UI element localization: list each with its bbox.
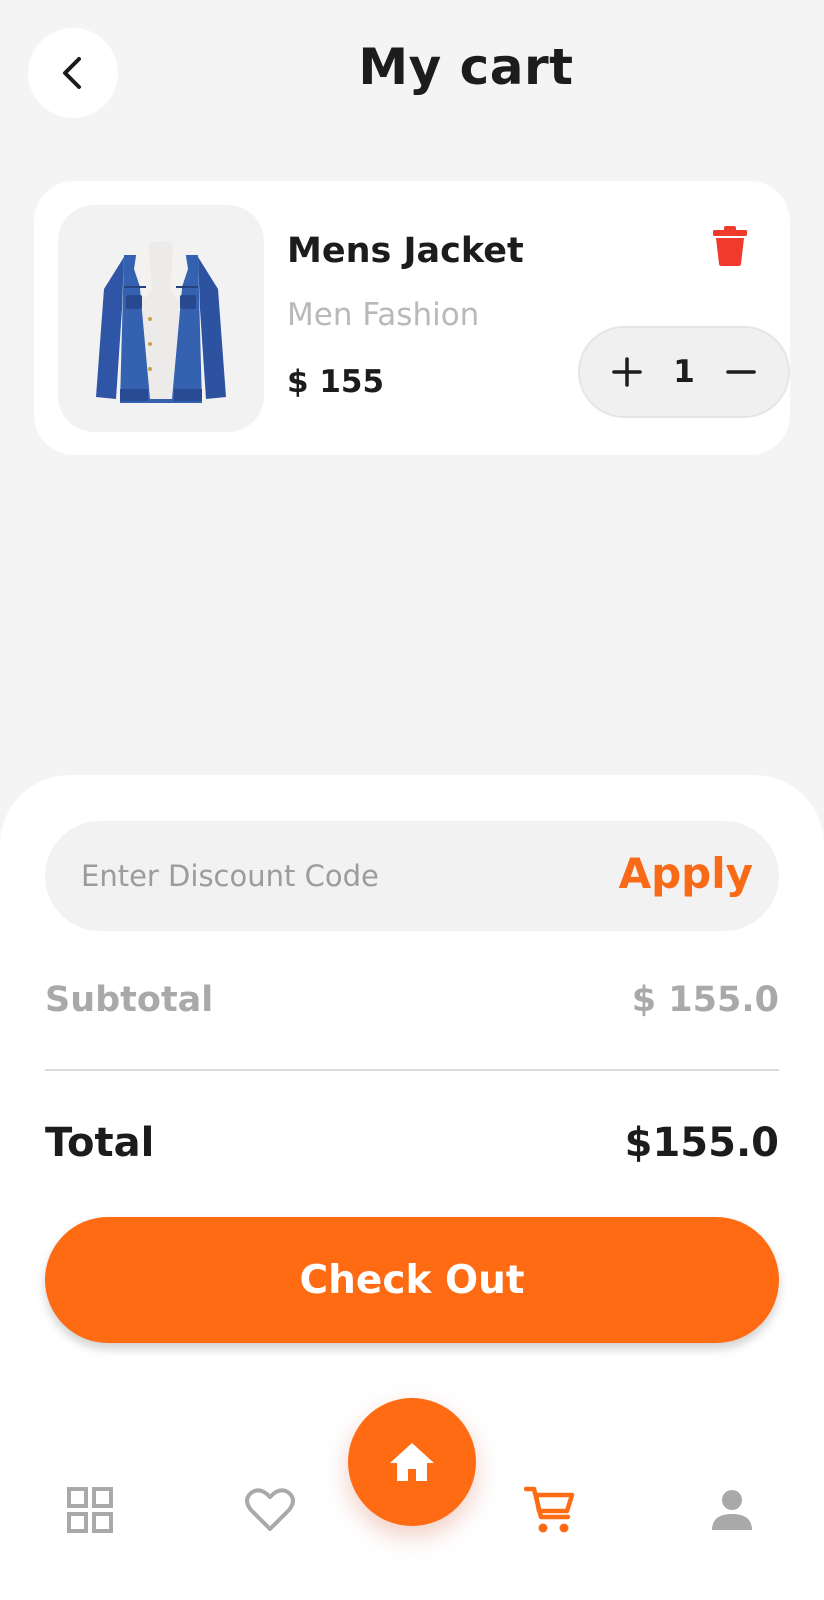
quantity-stepper: 1 [578,326,790,418]
quantity-value: 1 [673,354,695,390]
nav-profile[interactable] [704,1482,760,1538]
decrease-quantity-button[interactable] [721,352,761,392]
nav-home-button[interactable] [348,1398,476,1526]
discount-bar: Apply [45,821,779,931]
minus-icon [726,370,756,374]
total-label: Total [45,1120,155,1166]
person-icon [712,1490,752,1530]
denim-jacket-image [96,236,226,403]
page-title: My cart [358,38,574,96]
subtotal-label: Subtotal [45,980,214,1020]
total-value: $155.0 [624,1120,779,1166]
header: My cart [0,0,824,150]
product-name: Mens Jacket [287,231,524,271]
product-price: $ 155 [287,364,385,400]
bottom-navigation [0,1380,824,1600]
checkout-button[interactable]: Check Out [45,1217,779,1343]
cart-item-card: Mens Jacket Men Fashion $ 155 1 [34,181,790,455]
increase-quantity-button[interactable] [607,352,647,392]
total-row: Total $155.0 [45,1120,779,1166]
grid-icon [67,1487,113,1533]
nav-favorites[interactable] [242,1482,298,1538]
discount-code-input[interactable] [81,821,581,931]
nav-cart[interactable] [522,1482,578,1538]
cart-icon [524,1486,575,1533]
nav-categories[interactable] [62,1482,118,1538]
apply-discount-button[interactable]: Apply [619,849,753,898]
product-image[interactable] [58,205,264,432]
delete-item-button[interactable] [712,226,748,266]
plus-icon [612,357,642,387]
product-category: Men Fashion [287,297,480,333]
divider [45,1069,779,1071]
subtotal-row: Subtotal $ 155.0 [45,980,779,1020]
home-icon [390,1443,434,1481]
subtotal-value: $ 155.0 [631,980,779,1020]
heart-icon [245,1488,295,1531]
trash-icon [713,226,747,266]
